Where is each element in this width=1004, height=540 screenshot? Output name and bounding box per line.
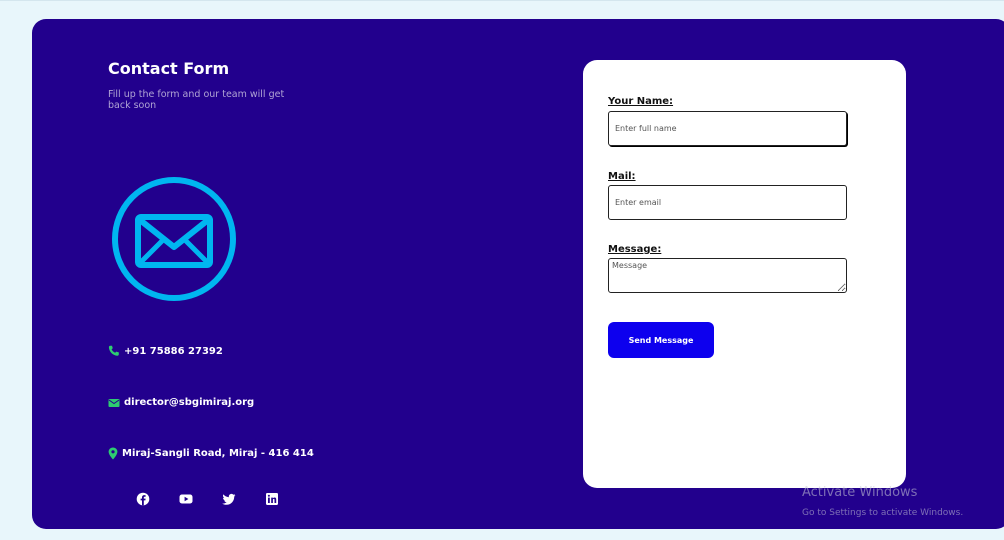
name-input[interactable] <box>608 111 847 146</box>
contact-address: Miraj-Sangli Road, Miraj - 416 414 <box>108 447 314 460</box>
facebook-icon[interactable] <box>136 492 150 506</box>
contact-form-card: Your Name: Mail: Message: Send Message <box>583 60 906 488</box>
linkedin-icon[interactable] <box>265 492 279 506</box>
name-label: Your Name: <box>608 96 674 107</box>
page-title: Contact Form <box>108 59 230 78</box>
send-message-button[interactable]: Send Message <box>608 322 714 358</box>
social-links <box>136 492 279 506</box>
message-label: Message: <box>608 244 662 255</box>
message-textarea[interactable] <box>608 258 847 293</box>
twitter-icon[interactable] <box>222 492 236 506</box>
contact-phone[interactable]: +91 75886 27392 <box>108 345 223 357</box>
phone-icon <box>108 345 120 357</box>
mail-icon <box>108 398 120 408</box>
email-address: director@sbgimiraj.org <box>124 397 255 408</box>
page-subtitle: Fill up the form and our team will get b… <box>108 89 285 111</box>
watermark-subtitle: Go to Settings to activate Windows. <box>802 508 964 518</box>
mail-label: Mail: <box>608 171 636 182</box>
watermark-title: Activate Windows <box>802 485 918 500</box>
activate-windows-watermark: Activate Windows Go to Settings to activ… <box>802 485 963 521</box>
phone-number: +91 75886 27392 <box>124 345 223 357</box>
contact-panel: Contact Form Fill up the form and our te… <box>32 19 1004 529</box>
envelope-icon <box>110 175 238 303</box>
address-text: Miraj-Sangli Road, Miraj - 416 414 <box>122 448 314 459</box>
page: Contact Form Fill up the form and our te… <box>0 0 1004 540</box>
map-pin-icon <box>108 447 118 460</box>
email-input[interactable] <box>608 185 847 220</box>
youtube-icon[interactable] <box>179 492 193 506</box>
contact-email[interactable]: director@sbgimiraj.org <box>108 397 254 408</box>
